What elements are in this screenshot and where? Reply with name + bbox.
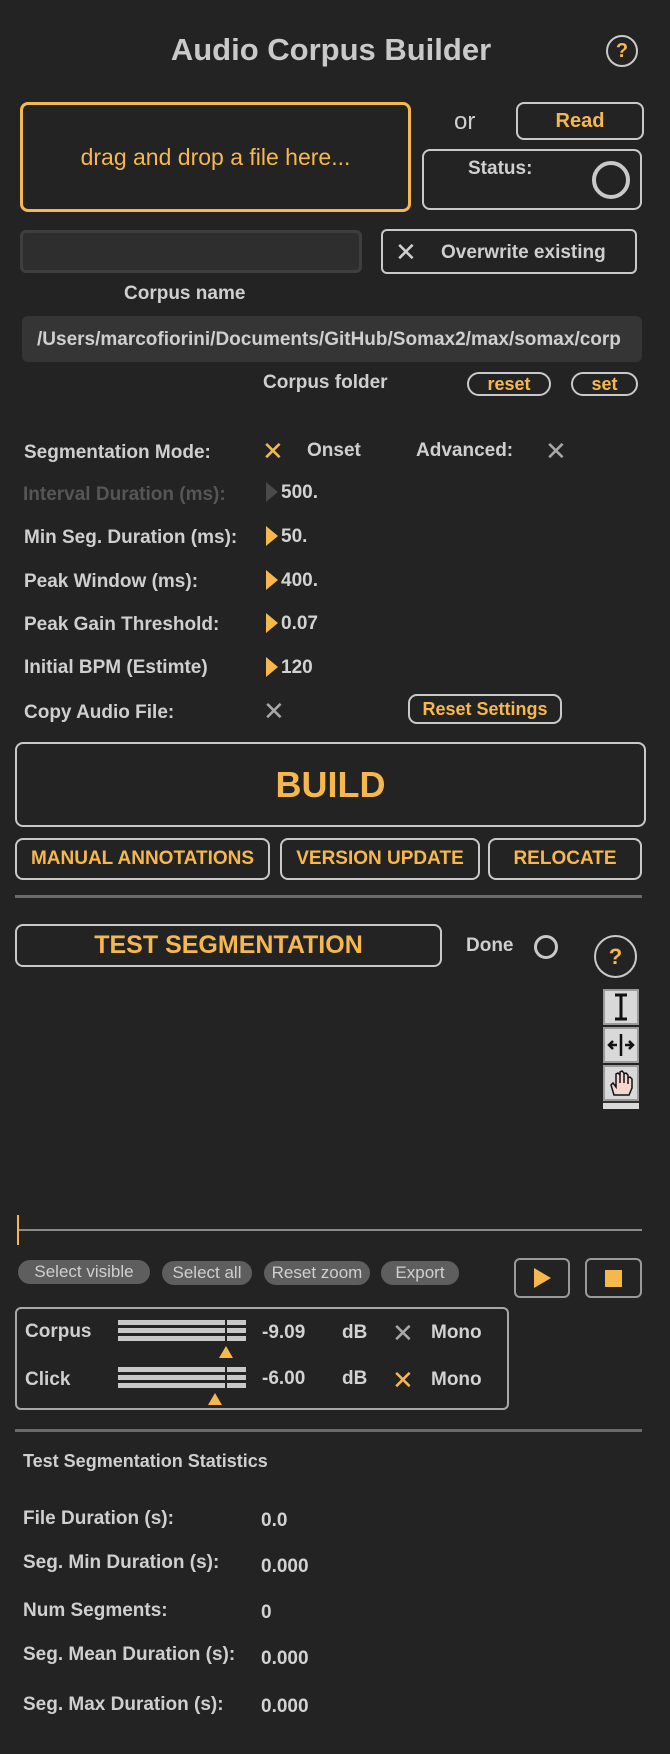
test-segmentation-button[interactable]: TEST SEGMENTATION bbox=[15, 924, 442, 967]
reset-folder-button[interactable]: reset bbox=[467, 372, 551, 396]
move-tool-button[interactable] bbox=[603, 1027, 639, 1063]
select-visible-button[interactable]: Select visible bbox=[18, 1260, 150, 1284]
seg-mean-duration-label: Seg. Mean Duration (s): bbox=[23, 1644, 236, 1665]
peak-window-arrow-icon bbox=[266, 570, 278, 590]
overwrite-label: Overwrite existing bbox=[441, 242, 606, 263]
divider bbox=[15, 895, 642, 898]
peak-gain-threshold-label: Peak Gain Threshold: bbox=[24, 614, 220, 635]
click-gain-slider[interactable] bbox=[118, 1367, 246, 1391]
done-indicator bbox=[534, 935, 558, 959]
segmentation-mode-value: Onset bbox=[307, 440, 361, 461]
playhead bbox=[17, 1215, 19, 1245]
corpus-folder-label: Corpus folder bbox=[263, 372, 388, 393]
corpus-gain-pointer-icon bbox=[219, 1346, 233, 1358]
num-segments-label: Num Segments: bbox=[23, 1600, 168, 1621]
click-mono-label: Mono bbox=[431, 1369, 482, 1390]
initial-bpm-value[interactable]: 120 bbox=[281, 657, 313, 679]
resize-horizontal-icon bbox=[607, 1034, 635, 1056]
slider-divider bbox=[225, 1320, 227, 1341]
hand-icon bbox=[610, 1070, 633, 1096]
waveform-display[interactable] bbox=[15, 985, 642, 1245]
done-label: Done bbox=[466, 935, 514, 956]
select-all-button[interactable]: Select all bbox=[162, 1261, 252, 1285]
corpus-gain-label: Corpus bbox=[25, 1321, 92, 1342]
click-gain-label: Click bbox=[25, 1369, 71, 1390]
advanced-label: Advanced: bbox=[416, 440, 514, 461]
or-label: or bbox=[454, 108, 476, 135]
initial-bpm-label: Initial BPM (Estimte) bbox=[24, 657, 208, 678]
stop-icon bbox=[605, 1269, 622, 1287]
waveform-baseline bbox=[17, 1229, 642, 1231]
copy-audio-label: Copy Audio File: bbox=[24, 702, 175, 723]
stats-title: Test Segmentation Statistics bbox=[23, 1451, 268, 1471]
min-seg-duration-arrow-icon bbox=[266, 526, 278, 546]
slider-divider bbox=[225, 1367, 227, 1388]
file-duration-value: 0.0 bbox=[261, 1510, 288, 1531]
seg-min-duration-value: 0.000 bbox=[261, 1556, 309, 1577]
interval-duration-label: Interval Duration (ms): bbox=[23, 484, 226, 505]
page-title: Audio Corpus Builder bbox=[170, 32, 492, 67]
overwrite-toggle[interactable]: ✕ Overwrite existing bbox=[381, 229, 637, 274]
build-button[interactable]: BUILD bbox=[15, 742, 646, 827]
click-gain-pointer-icon bbox=[208, 1393, 222, 1405]
click-gain-unit: dB bbox=[342, 1368, 368, 1389]
peak-gain-threshold-arrow-icon bbox=[266, 613, 278, 633]
hand-tool-button[interactable] bbox=[603, 1065, 639, 1101]
relocate-button[interactable]: RELOCATE bbox=[488, 838, 642, 880]
corpus-mono-toggle-icon[interactable]: ✕ bbox=[392, 1320, 414, 1346]
seg-max-duration-label: Seg. Max Duration (s): bbox=[23, 1694, 224, 1715]
status-label: Status: bbox=[468, 158, 533, 179]
initial-bpm-arrow-icon bbox=[266, 657, 278, 677]
corpus-folder-path: /Users/marcofiorini/Documents/GitHub/Som… bbox=[22, 316, 642, 362]
corpus-mono-label: Mono bbox=[431, 1322, 482, 1343]
overwrite-x-icon: ✕ bbox=[395, 237, 417, 267]
seg-min-duration-label: Seg. Min Duration (s): bbox=[23, 1552, 220, 1573]
tool-scroll-edge bbox=[603, 1101, 639, 1109]
help-icon: ? bbox=[608, 943, 623, 969]
drop-zone-label: drag and drop a file here... bbox=[80, 143, 351, 170]
reset-zoom-button[interactable]: Reset zoom bbox=[264, 1261, 370, 1285]
corpus-gain-unit: dB bbox=[342, 1322, 368, 1343]
corpus-name-label: Corpus name bbox=[124, 283, 246, 304]
manual-annotations-button[interactable]: MANUAL ANNOTATIONS bbox=[15, 838, 270, 880]
export-button[interactable]: Export bbox=[381, 1261, 459, 1285]
select-tool-button[interactable] bbox=[603, 989, 639, 1025]
corpus-name-input[interactable] bbox=[20, 230, 362, 273]
test-help-button[interactable]: ? bbox=[594, 935, 637, 978]
interval-duration-value: 500. bbox=[281, 482, 318, 503]
click-mono-toggle-icon[interactable]: ✕ bbox=[392, 1367, 414, 1393]
click-gain-value[interactable]: -6.00 bbox=[262, 1368, 305, 1390]
status-box: Status: bbox=[422, 149, 642, 210]
interval-duration-arrow-icon bbox=[266, 482, 278, 502]
read-button[interactable]: Read bbox=[516, 102, 644, 140]
play-button[interactable] bbox=[514, 1258, 570, 1298]
onset-toggle-icon[interactable]: ✕ bbox=[262, 438, 284, 464]
min-seg-duration-label: Min Seg. Duration (ms): bbox=[24, 527, 238, 548]
version-update-button[interactable]: VERSION UPDATE bbox=[280, 838, 480, 880]
file-drop-zone[interactable]: drag and drop a file here... bbox=[20, 102, 411, 212]
peak-window-value[interactable]: 400. bbox=[281, 570, 318, 592]
seg-max-duration-value: 0.000 bbox=[261, 1696, 309, 1717]
copy-audio-toggle-icon[interactable]: ✕ bbox=[263, 698, 285, 724]
reset-settings-button[interactable]: Reset Settings bbox=[408, 694, 562, 724]
corpus-gain-value[interactable]: -9.09 bbox=[262, 1322, 305, 1344]
min-seg-duration-value[interactable]: 50. bbox=[281, 526, 307, 548]
help-button[interactable]: ? bbox=[606, 35, 638, 67]
text-cursor-icon bbox=[615, 993, 627, 1021]
seg-mean-duration-value: 0.000 bbox=[261, 1648, 309, 1669]
peak-window-label: Peak Window (ms): bbox=[24, 571, 199, 592]
advanced-toggle-icon[interactable]: ✕ bbox=[545, 438, 567, 464]
set-folder-button[interactable]: set bbox=[571, 372, 638, 396]
segmentation-mode-label: Segmentation Mode: bbox=[24, 442, 211, 463]
help-icon: ? bbox=[615, 39, 629, 62]
status-indicator bbox=[592, 161, 630, 199]
corpus-folder-path-text: /Users/marcofiorini/Documents/GitHub/Som… bbox=[37, 329, 621, 350]
stop-button[interactable] bbox=[585, 1258, 642, 1298]
divider bbox=[15, 1429, 642, 1432]
peak-gain-threshold-value[interactable]: 0.07 bbox=[281, 613, 318, 635]
file-duration-label: File Duration (s): bbox=[23, 1508, 174, 1529]
play-icon bbox=[533, 1268, 551, 1288]
corpus-gain-slider[interactable] bbox=[118, 1320, 246, 1344]
num-segments-value: 0 bbox=[261, 1602, 272, 1623]
